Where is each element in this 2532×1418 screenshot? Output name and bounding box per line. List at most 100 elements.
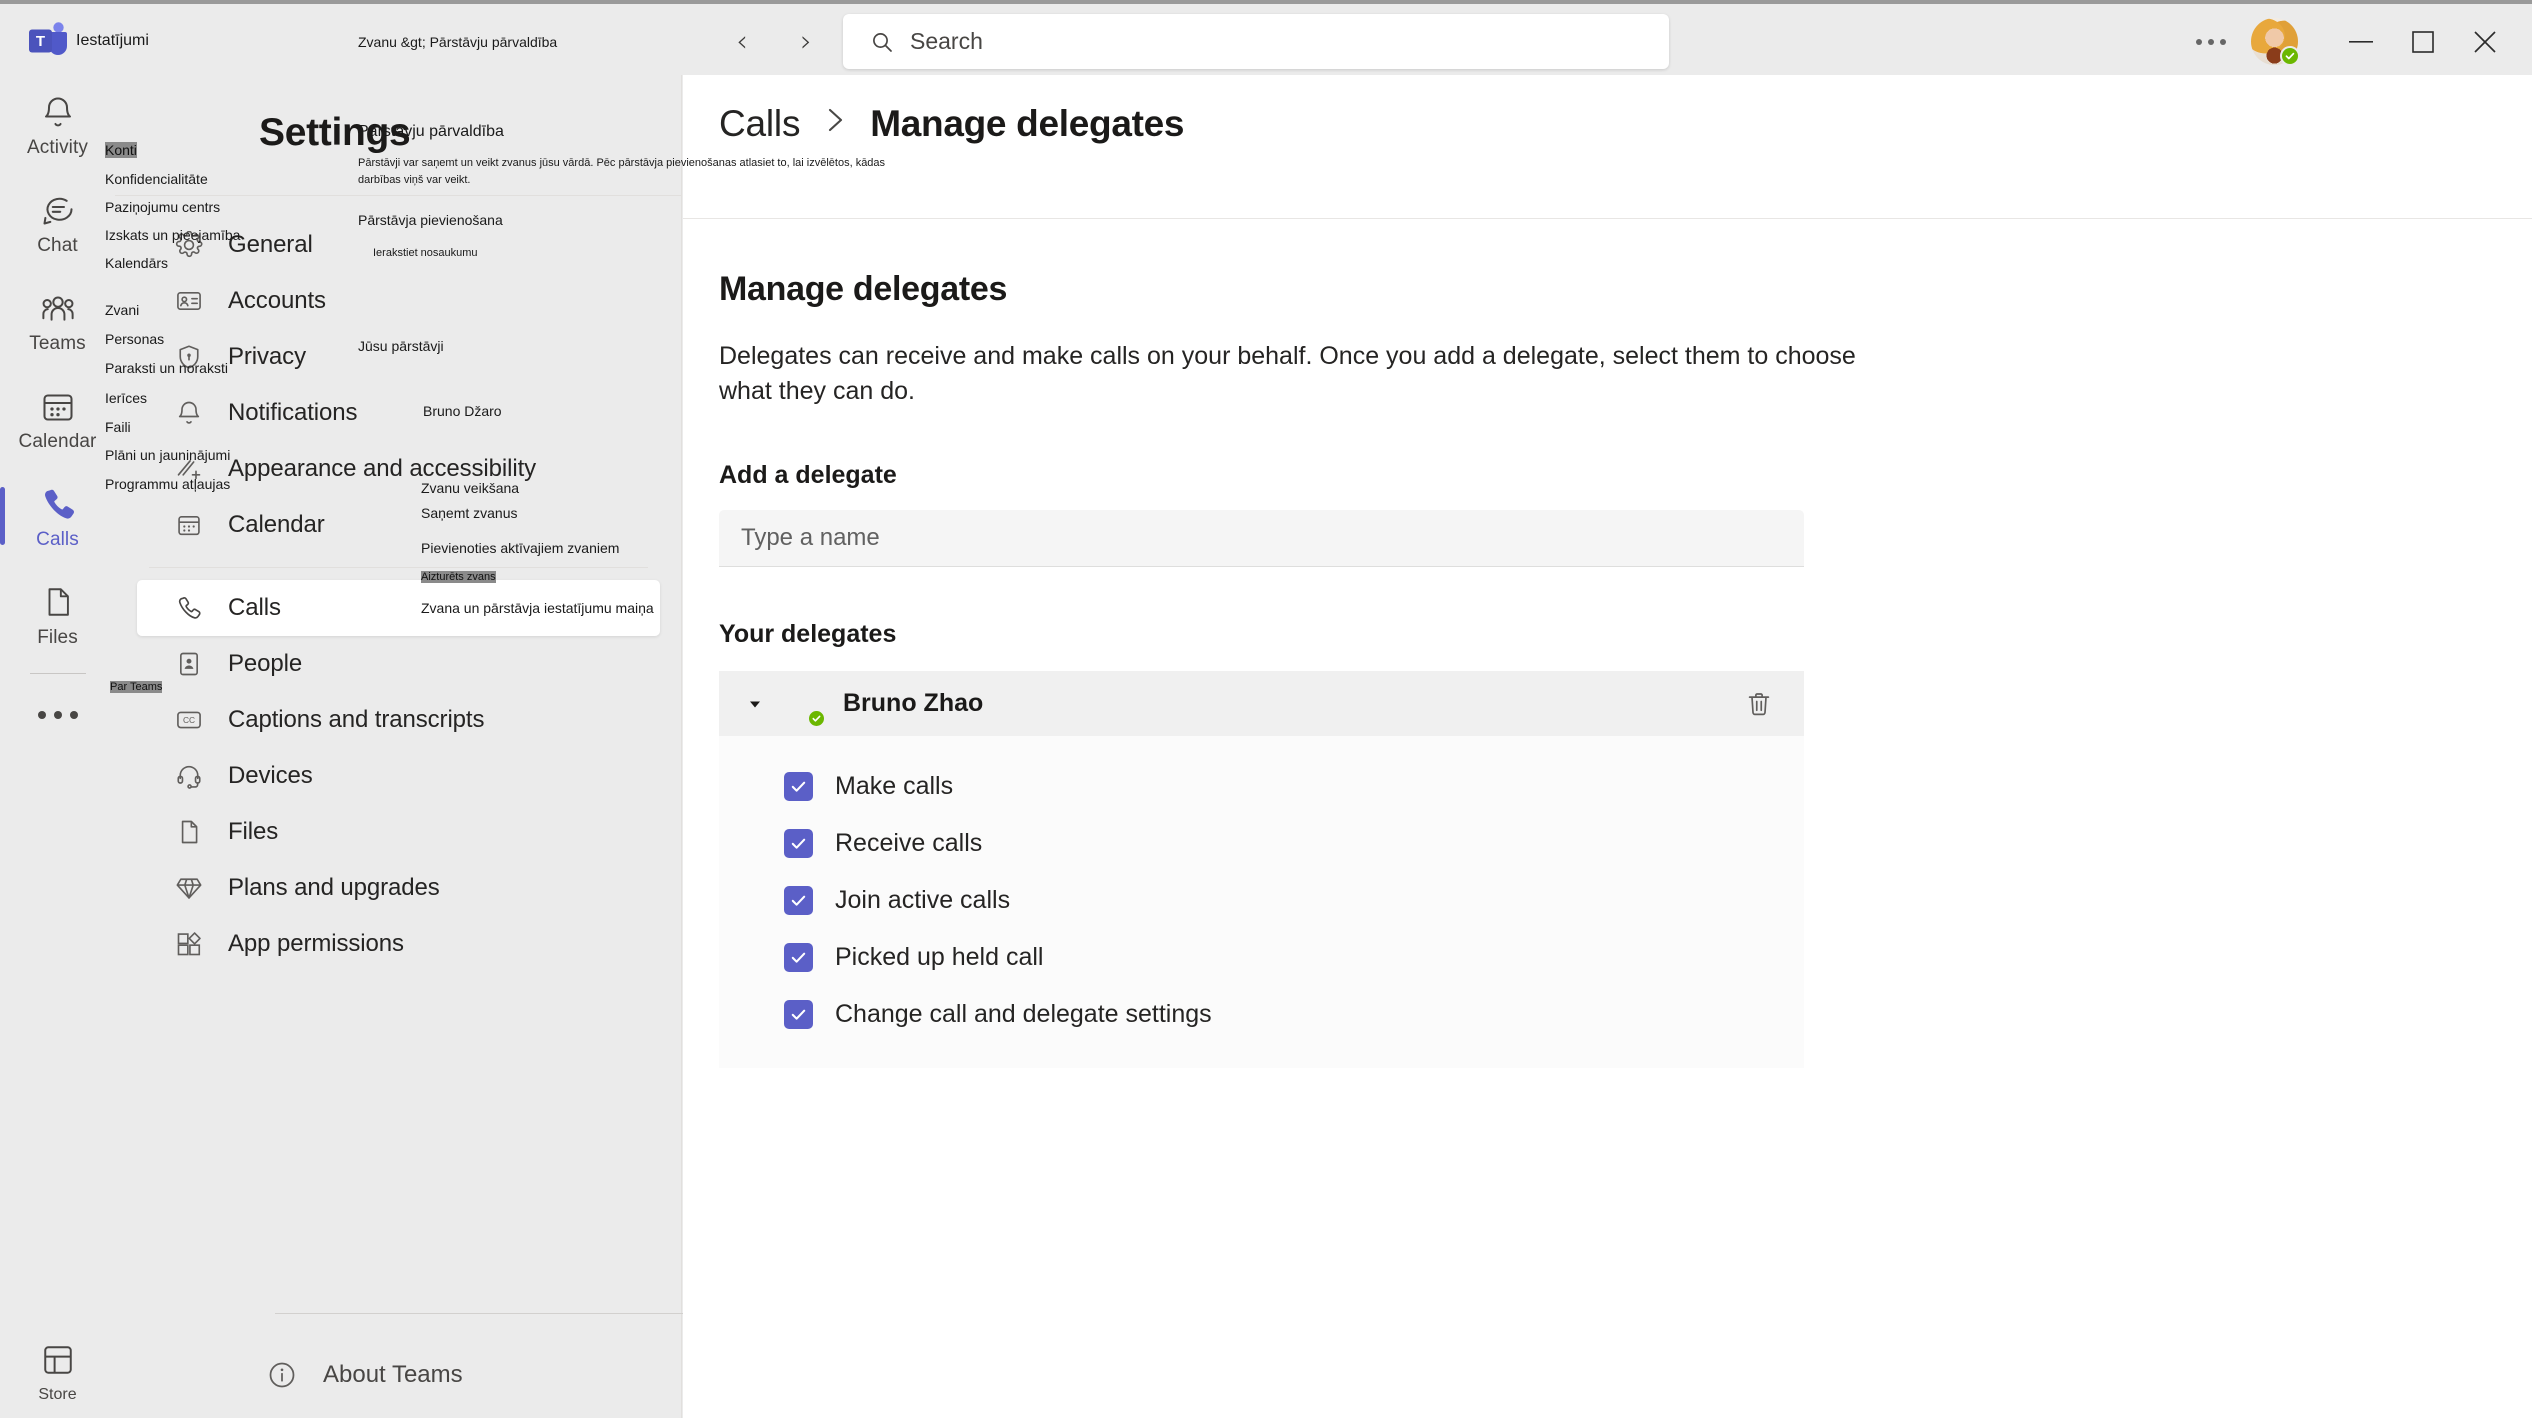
apps-icon (174, 929, 204, 959)
diamond-icon (174, 873, 204, 903)
checkbox-make-calls[interactable] (784, 772, 813, 801)
close-button[interactable] (2454, 4, 2516, 79)
about-teams-button[interactable]: About Teams (267, 1360, 463, 1390)
page-description: Delegates can receive and make calls on … (719, 342, 1856, 405)
minimize-button[interactable] (2330, 4, 2392, 79)
app-rail: Activity Chat Teams Calendar Calls Files… (0, 75, 115, 1418)
calendar-icon (174, 510, 204, 540)
settings-label-appearance-notifications: Notifications (228, 399, 358, 426)
settings-item-notifications[interactable]: Notifications (137, 385, 660, 441)
settings-pane: Settings General Accounts Privacy Notifi… (115, 75, 683, 1418)
settings-label-plans: Plans and upgrades (228, 874, 440, 901)
settings-menu: General Accounts Privacy Notifications A… (115, 217, 682, 972)
rail-item-activity[interactable]: Activity (0, 75, 115, 173)
settings-label-calendar: Calendar (228, 511, 325, 538)
rail-item-calls[interactable]: Calls (0, 467, 115, 565)
settings-item-calendar[interactable]: Calendar (137, 497, 660, 553)
rail-item-chat[interactable]: Chat (0, 173, 115, 271)
phone-icon (174, 593, 204, 623)
rail-item-files[interactable]: Files (0, 565, 115, 663)
id-card-icon (174, 286, 204, 316)
permission-row-join-active-calls[interactable]: Join active calls (719, 872, 1804, 929)
permission-row-make-calls[interactable]: Make calls (719, 758, 1804, 815)
settings-item-files[interactable]: Files (137, 804, 660, 860)
settings-title: Settings (259, 111, 411, 154)
permission-label-make-calls: Make calls (835, 772, 954, 800)
settings-label-captions: Captions and transcripts (228, 706, 485, 733)
settings-item-general[interactable]: General (137, 217, 660, 273)
teams-logo: T (26, 20, 68, 62)
delegates-content: Manage delegates Delegates can receive a… (719, 270, 2019, 1068)
store-icon (41, 1339, 75, 1381)
about-teams-label: About Teams (323, 1361, 463, 1388)
settings-label-devices: Devices (228, 762, 313, 789)
checkbox-join-active-calls[interactable] (784, 886, 813, 915)
search-icon (870, 30, 894, 54)
rail-item-teams[interactable]: Teams (0, 271, 115, 369)
settings-header-divider (115, 195, 682, 196)
permission-label-picked-up-held-call: Picked up held call (835, 943, 1044, 971)
breadcrumb-parent-calls[interactable]: Calls (719, 103, 800, 145)
person-card-icon (174, 649, 204, 679)
search-placeholder: Search (910, 28, 983, 54)
bell-icon (174, 398, 204, 428)
rail-more-apps-button[interactable] (0, 674, 115, 756)
main-header-divider (683, 218, 2532, 219)
rail-label-chat: Chat (37, 235, 78, 256)
presence-available-badge (807, 708, 826, 728)
permission-row-change-call-and-delegate-settings[interactable]: Change call and delegate settings (719, 986, 1804, 1043)
permission-label-join-active-calls: Join active calls (835, 886, 1011, 914)
rail-item-calendar[interactable]: Calendar (0, 369, 115, 467)
search-box[interactable]: Search (843, 14, 1669, 69)
checkbox-picked-up-held-call[interactable] (784, 943, 813, 972)
delegate-permissions: Make calls Receive calls Join active cal… (719, 736, 1804, 1068)
delegates-list: Bruno Zhao Make calls Receive calls Join… (719, 671, 1804, 1068)
settings-item-appearance-accessibility[interactable]: Appearance and accessibility (137, 441, 660, 497)
chat-icon (40, 189, 76, 231)
cc-icon: CC (174, 705, 204, 735)
settings-item-devices[interactable]: Devices (137, 748, 660, 804)
calendar-icon (40, 385, 76, 427)
breadcrumb-current-manage-delegates: Manage delegates (870, 103, 1185, 144)
checkbox-receive-calls[interactable] (784, 829, 813, 858)
settings-label-privacy: Privacy (228, 343, 306, 370)
svg-text:T: T (36, 33, 45, 50)
settings-item-calls[interactable]: Calls (137, 580, 660, 636)
settings-item-privacy[interactable]: Privacy (137, 329, 660, 385)
permission-row-picked-up-held-call[interactable]: Picked up held call (719, 929, 1804, 986)
main-content: Calls Manage delegates Manage delegates … (683, 75, 2532, 1418)
settings-item-plans-upgrades[interactable]: Plans and upgrades (137, 860, 660, 916)
presence-available-badge (2280, 46, 2300, 66)
rail-item-store[interactable]: Store (0, 1339, 115, 1404)
rail-label-activity: Activity (27, 137, 88, 158)
trash-icon[interactable] (1742, 687, 1776, 721)
settings-label-app-permissions: App permissions (228, 930, 404, 957)
settings-group-divider (149, 567, 648, 568)
headset-icon (174, 761, 204, 791)
permission-row-receive-calls[interactable]: Receive calls (719, 815, 1804, 872)
forward-button[interactable]: › (789, 22, 823, 60)
navigation-arrows: ‹ › (725, 22, 823, 60)
settings-item-captions-transcripts[interactable]: CC Captions and transcripts (137, 692, 660, 748)
settings-item-people[interactable]: People (137, 636, 660, 692)
settings-and-more-button[interactable] (2181, 19, 2241, 65)
file-icon (41, 581, 75, 623)
rail-label-calendar: Calendar (18, 431, 97, 452)
svg-text:CC: CC (183, 715, 195, 725)
settings-label-files: Files (228, 818, 279, 845)
back-button[interactable]: ‹ (725, 22, 759, 60)
maximize-button[interactable] (2392, 4, 2454, 79)
teams-window: T ‹ › Search Activity Chat Teams Calenda… (0, 0, 2532, 1418)
user-avatar[interactable] (2251, 18, 2300, 66)
about-divider (275, 1313, 683, 1314)
checkbox-change-call-and-delegate-settings[interactable] (784, 1000, 813, 1029)
settings-item-accounts[interactable]: Accounts (137, 273, 660, 329)
delegate-row[interactable]: Bruno Zhao (719, 671, 1804, 736)
accessibility-icon (174, 454, 204, 484)
gear-icon (174, 230, 204, 260)
add-delegate-input[interactable] (719, 510, 1804, 567)
caret-down-icon[interactable] (743, 692, 767, 716)
settings-item-app-permissions[interactable]: App permissions (137, 916, 660, 972)
rail-label-files: Files (37, 627, 78, 648)
settings-label-appearance: Appearance and accessibility (228, 455, 537, 482)
